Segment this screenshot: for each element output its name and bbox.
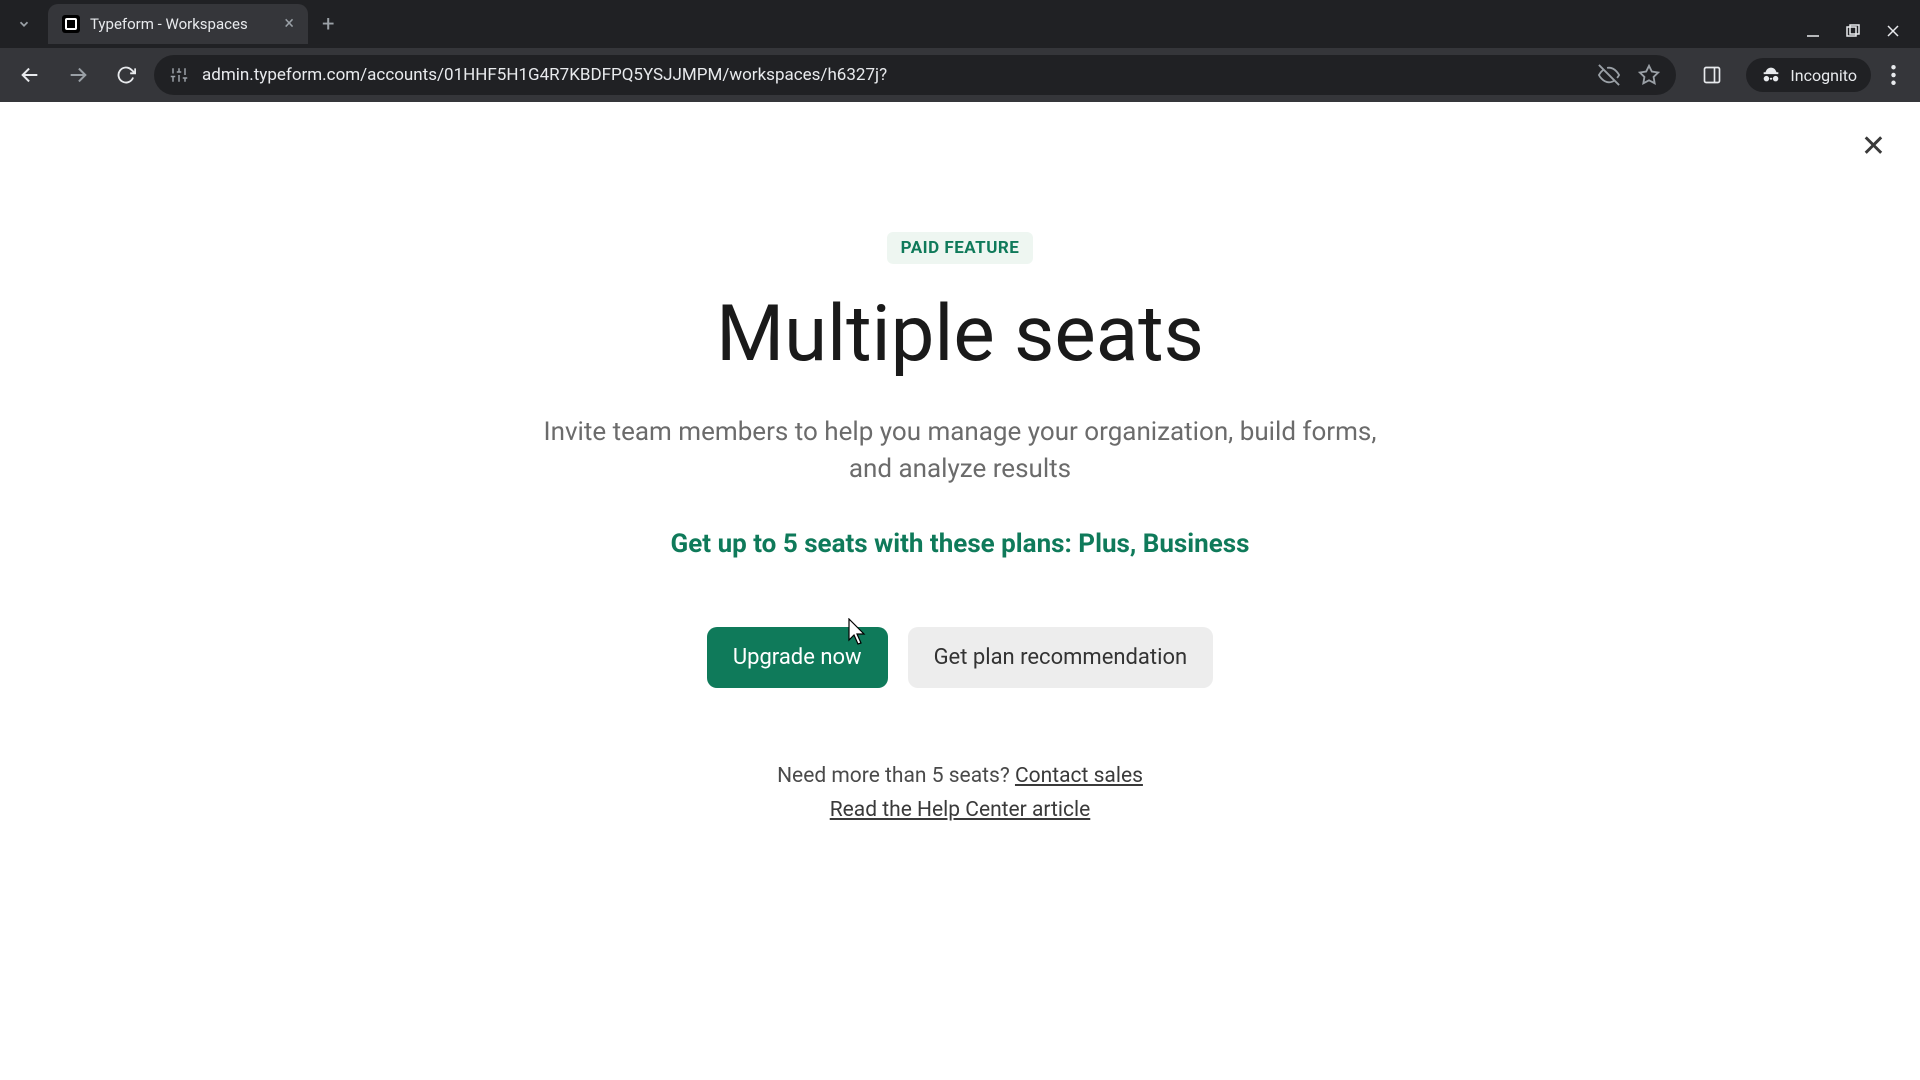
- footnote-prefix: Need more than 5 seats?: [777, 764, 1015, 788]
- incognito-icon: [1760, 64, 1782, 86]
- minimize-icon[interactable]: [1806, 24, 1820, 38]
- close-modal-button[interactable]: ✕: [1861, 132, 1886, 162]
- browser-tab[interactable]: Typeform - Workspaces ×: [48, 4, 308, 44]
- incognito-label: Incognito: [1790, 66, 1857, 85]
- footnote: Need more than 5 seats? Contact sales Re…: [510, 760, 1410, 827]
- paid-feature-badge: PAID FEATURE: [887, 232, 1034, 264]
- plans-info: Get up to 5 seats with these plans: Plus…: [510, 529, 1410, 559]
- sidepanel-icon[interactable]: [1692, 55, 1732, 95]
- maximize-icon[interactable]: [1846, 24, 1860, 38]
- bookmark-star-icon[interactable]: [1638, 64, 1660, 86]
- modal-description: Invite team members to help you manage y…: [510, 414, 1410, 489]
- address-bar[interactable]: admin.typeform.com/accounts/01HHF5H1G4R7…: [154, 55, 1676, 95]
- forward-button[interactable]: [58, 55, 98, 95]
- browser-toolbar: admin.typeform.com/accounts/01HHF5H1G4R7…: [0, 48, 1920, 102]
- tab-search-dropdown[interactable]: [6, 6, 42, 42]
- url-text: admin.typeform.com/accounts/01HHF5H1G4R7…: [202, 65, 1584, 85]
- incognito-badge[interactable]: Incognito: [1746, 58, 1871, 92]
- new-tab-button[interactable]: +: [322, 12, 334, 37]
- help-center-link[interactable]: Read the Help Center article: [830, 798, 1091, 822]
- close-window-icon[interactable]: [1886, 24, 1900, 38]
- back-button[interactable]: [10, 55, 50, 95]
- browser-menu-icon[interactable]: [1885, 65, 1902, 85]
- browser-tab-strip: Typeform - Workspaces × +: [0, 0, 1920, 48]
- plan-recommendation-button[interactable]: Get plan recommendation: [908, 627, 1214, 688]
- eye-off-icon[interactable]: [1598, 64, 1620, 86]
- tab-title: Typeform - Workspaces: [90, 15, 274, 33]
- reload-button[interactable]: [106, 55, 146, 95]
- site-settings-icon[interactable]: [170, 66, 188, 84]
- typeform-favicon: [62, 15, 80, 33]
- page-content: ✕ PAID FEATURE Multiple seats Invite tea…: [0, 102, 1920, 1080]
- button-row: Upgrade now Get plan recommendation: [510, 627, 1410, 688]
- contact-sales-link[interactable]: Contact sales: [1015, 764, 1143, 788]
- close-tab-icon[interactable]: ×: [284, 15, 294, 33]
- upsell-modal: PAID FEATURE Multiple seats Invite team …: [510, 102, 1410, 827]
- upgrade-now-button[interactable]: Upgrade now: [707, 627, 888, 688]
- modal-title: Multiple seats: [510, 292, 1410, 378]
